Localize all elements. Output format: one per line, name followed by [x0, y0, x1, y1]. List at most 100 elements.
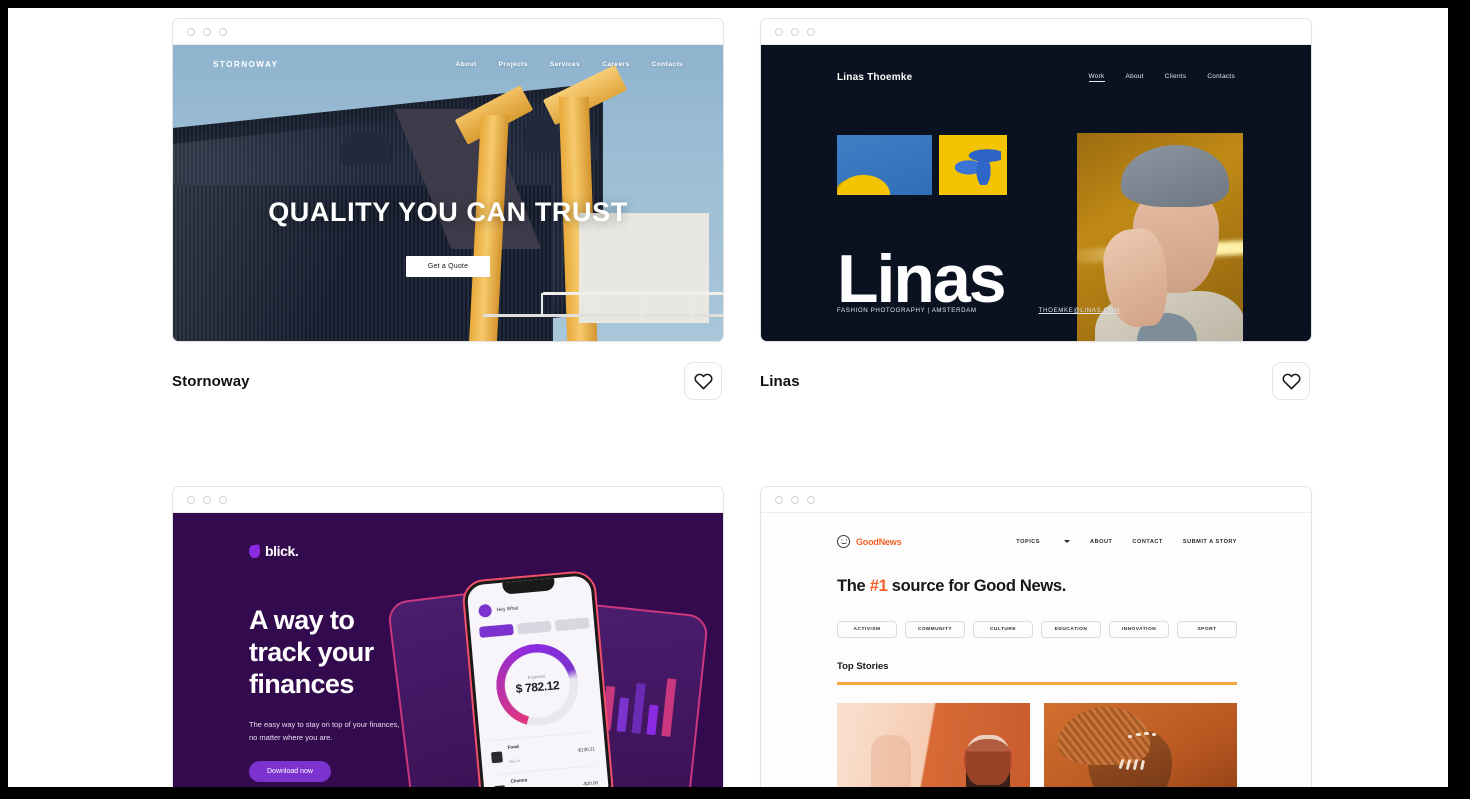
subtitle-line-1: The easy way to stay on top of your fina…: [249, 720, 400, 729]
expense-name: Cinema: [510, 777, 528, 784]
nav-link-about[interactable]: ABOUT: [1090, 539, 1112, 545]
template-name: Linas: [760, 372, 800, 390]
template-card-linas[interactable]: Linas Thoemke Work About Clients Contact…: [760, 18, 1312, 400]
chevron-down-icon[interactable]: [1064, 540, 1071, 543]
expense-list: Food May 24 -$130.21 Cinema May: [489, 731, 605, 787]
bar: [646, 704, 659, 736]
preview-viewport-linas: Linas Thoemke Work About Clients Contact…: [761, 45, 1311, 341]
phone-tabs: [479, 617, 590, 638]
chip-sport[interactable]: SPORT: [1177, 621, 1237, 638]
face-paint: [1136, 733, 1141, 736]
bar: [616, 697, 630, 733]
site-logo[interactable]: blick.: [248, 543, 299, 559]
nav-link-contacts[interactable]: Contacts: [652, 61, 683, 68]
phone-header: Hey Whal: [478, 601, 519, 618]
site-nav-stornoway: STORNOWAY About Projects Services Career…: [173, 45, 723, 83]
stornoway-site: STORNOWAY About Projects Services Career…: [173, 45, 723, 341]
window-dot-minimize: [203, 27, 211, 36]
preview-browser[interactable]: blick. Hey Whal Expenses $ 782.12 Food M…: [172, 486, 724, 787]
preview-browser[interactable]: STORNOWAY About Projects Services Career…: [172, 18, 724, 342]
nav-link-about[interactable]: About: [456, 61, 477, 68]
template-card-stornoway[interactable]: STORNOWAY About Projects Services Career…: [172, 18, 724, 400]
site-logo-label: blick.: [265, 543, 299, 559]
nav-link-about[interactable]: About: [1126, 73, 1144, 82]
railing-upper: [543, 292, 723, 295]
cinema-icon: [493, 785, 506, 787]
headline-post: source for Good News.: [887, 577, 1067, 595]
chip-innovation[interactable]: INNOVATION: [1109, 621, 1169, 638]
site-nav-goodnews: GoodNews TOPICS ABOUT CONTACT SUBMIT A S…: [837, 535, 1237, 548]
story-subject-hair: [964, 739, 1012, 785]
story-card-1[interactable]: [837, 703, 1030, 787]
nav-links: TOPICS ABOUT CONTACT SUBMIT A STORY: [1016, 539, 1237, 545]
site-logo[interactable]: GoodNews: [837, 535, 902, 548]
tab-expenses[interactable]: [479, 623, 514, 638]
favorite-button[interactable]: [684, 362, 722, 400]
headline-line-1: A way to: [249, 605, 355, 635]
portrait-beret: [1121, 145, 1229, 207]
expense-amount: -$130.21: [576, 746, 596, 753]
nav-link-work[interactable]: Work: [1088, 73, 1105, 82]
card-footer: Linas: [760, 362, 1312, 400]
window-dot-minimize: [791, 27, 799, 36]
preview-browser[interactable]: Linas Thoemke Work About Clients Contact…: [760, 18, 1312, 342]
template-name: Stornoway: [172, 372, 250, 390]
site-logo[interactable]: Linas Thoemke: [837, 72, 912, 83]
template-grid: STORNOWAY About Projects Services Career…: [172, 18, 1312, 787]
chip-activism[interactable]: ACTIVISM: [837, 621, 897, 638]
hero-headline: Linas: [837, 241, 1007, 317]
favorite-button[interactable]: [1272, 362, 1310, 400]
rail-post: [541, 293, 543, 317]
headline-line-2: track your: [249, 636, 374, 667]
window-dot-close: [775, 495, 783, 504]
hero-meta: FASHION PHOTOGRAPHY | AMSTERDAM THOEMKE@…: [837, 307, 1120, 314]
nav-links: Work About Clients Contacts: [1088, 73, 1235, 82]
browser-chrome: [761, 19, 1311, 45]
preview-browser[interactable]: GoodNews TOPICS ABOUT CONTACT SUBMIT A S…: [760, 486, 1312, 787]
nav-link-clients[interactable]: Clients: [1165, 73, 1187, 82]
chip-education[interactable]: EDUCATION: [1041, 621, 1101, 638]
window-dot-minimize: [791, 495, 799, 504]
template-card-goodnews[interactable]: GoodNews TOPICS ABOUT CONTACT SUBMIT A S…: [760, 486, 1312, 787]
get-a-quote-button[interactable]: Get a Quote: [405, 256, 491, 277]
nav-link-contact[interactable]: CONTACT: [1132, 539, 1162, 545]
meta-discipline: FASHION PHOTOGRAPHY | AMSTERDAM: [837, 307, 977, 314]
window-dot-minimize: [203, 495, 211, 504]
nav-link-projects[interactable]: Projects: [499, 61, 528, 68]
section-underline: [837, 682, 1237, 685]
food-icon: [490, 751, 503, 764]
browser-chrome: [761, 487, 1311, 513]
blick-site: blick. Hey Whal Expenses $ 782.12 Food M…: [173, 513, 723, 787]
expense-amount: -$20.00: [582, 780, 599, 787]
nav-link-topics[interactable]: TOPICS: [1016, 539, 1040, 545]
nav-link-contacts[interactable]: Contacts: [1207, 73, 1235, 82]
nav-links: About Projects Services Careers Contacts: [456, 61, 683, 68]
photo-tile-blue-flower: [939, 135, 1007, 195]
railing-lower: [483, 314, 723, 317]
preview-viewport-goodnews: GoodNews TOPICS ABOUT CONTACT SUBMIT A S…: [761, 513, 1311, 787]
expense-date: May 24: [508, 758, 521, 764]
nav-link-services[interactable]: Services: [550, 61, 580, 68]
site-logo[interactable]: STORNOWAY: [213, 60, 278, 69]
category-chips: ACTIVISM COMMUNITY CULTURE EDUCATION INN…: [837, 621, 1237, 638]
hero-headline: QUALITY YOU CAN TRUST: [268, 197, 628, 227]
face-paint: [1144, 732, 1149, 735]
tab-payments[interactable]: [516, 620, 552, 635]
hero-block: QUALITY YOU CAN TRUST Get a Quote: [173, 197, 723, 277]
bar: [661, 678, 677, 737]
nav-link-submit-a-story[interactable]: SUBMIT A STORY: [1183, 539, 1237, 545]
headline-accent: #1: [869, 577, 888, 595]
window-dot-close: [187, 27, 195, 36]
story-card-2[interactable]: [1044, 703, 1237, 787]
meta-email[interactable]: THOEMKE@LINAS.COM: [1039, 307, 1120, 314]
window-dot-close: [187, 495, 195, 504]
hero-subtitle: The easy way to stay on top of your fina…: [249, 718, 459, 744]
chip-community[interactable]: COMMUNITY: [905, 621, 965, 638]
chip-culture[interactable]: CULTURE: [973, 621, 1033, 638]
nav-link-careers[interactable]: Careers: [602, 61, 629, 68]
site-logo-label: GoodNews: [856, 536, 902, 547]
download-now-button[interactable]: Download now: [249, 761, 331, 782]
template-card-blick[interactable]: blick. Hey Whal Expenses $ 782.12 Food M…: [172, 486, 724, 787]
tab-stocks[interactable]: [554, 617, 590, 632]
face-paint: [1128, 735, 1132, 738]
